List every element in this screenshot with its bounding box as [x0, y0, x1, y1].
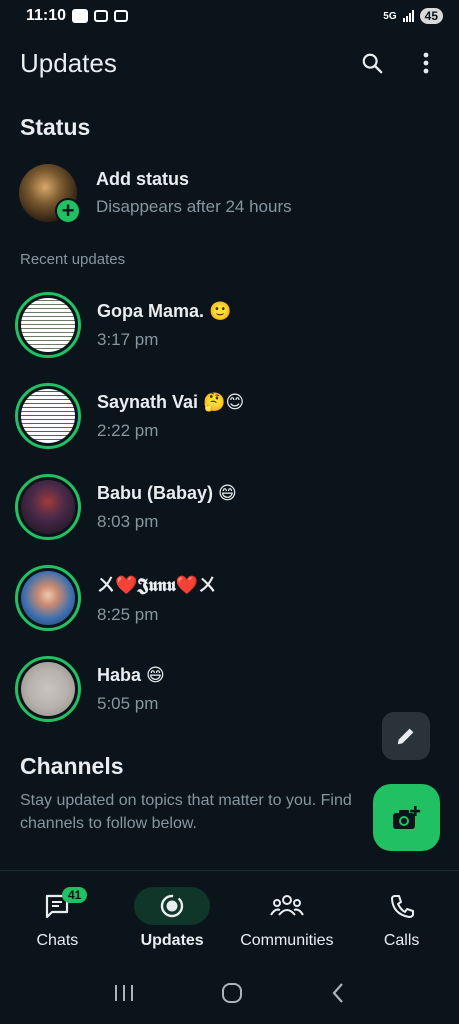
- status-update-item[interactable]: Saynath Vai 🤔😊 2:22 pm: [15, 382, 445, 450]
- status-update-item[interactable]: Haba 😄 5:05 pm: [15, 655, 445, 723]
- update-time: 3:17 pm: [97, 329, 159, 349]
- media-icon: [114, 10, 129, 22]
- unread-badge: 41: [62, 887, 88, 903]
- contact-name: Babu (Babay) 😄: [97, 482, 237, 503]
- status-ring: [15, 656, 81, 722]
- communities-icon: [270, 895, 304, 916]
- status-thumbnail: [21, 571, 75, 625]
- channels-title: Channels: [20, 753, 124, 779]
- contact-name: Gopa Mama. 🙂: [97, 300, 232, 321]
- status-thumbnail: [21, 480, 75, 534]
- nav-label: Communities: [240, 932, 334, 949]
- bottom-navigation: 41 Chats Updates Communities Calls: [0, 870, 459, 966]
- more-vert-icon[interactable]: [413, 50, 439, 76]
- add-status-row[interactable]: + Add status Disappears after 24 hours: [19, 163, 439, 224]
- home-icon[interactable]: [221, 982, 243, 1009]
- nav-communities[interactable]: Communities: [230, 871, 345, 966]
- update-time: 2:22 pm: [97, 420, 159, 440]
- status-bar: 11:10 5G 45: [0, 0, 459, 32]
- add-status-label: Add status: [96, 169, 190, 189]
- camera-status-button[interactable]: [373, 784, 440, 851]
- back-icon[interactable]: [330, 982, 346, 1009]
- page-title: Updates: [20, 47, 117, 78]
- status-time: 11:10: [26, 7, 67, 24]
- battery-indicator: 45: [419, 8, 443, 24]
- voicemail-icon: [94, 10, 109, 22]
- status-icon: [160, 894, 184, 918]
- status-thumbnail: [21, 662, 75, 716]
- my-avatar: +: [19, 164, 81, 224]
- status-ring: [15, 383, 81, 449]
- status-ring: [15, 474, 81, 540]
- channels-description: Stay updated on topics that matter to yo…: [20, 792, 352, 832]
- contact-name: ㄨ❤️𝕵𝖚𝖓𝖚❤️ㄨ: [97, 575, 217, 595]
- camera-plus-icon: [392, 805, 420, 829]
- nav-calls[interactable]: Calls: [344, 871, 459, 966]
- update-time: 8:25 pm: [97, 605, 159, 624]
- add-icon: +: [55, 198, 81, 224]
- update-time: 8:03 pm: [97, 511, 159, 531]
- nav-chats[interactable]: 41 Chats: [0, 871, 115, 966]
- app-notification-icon: [72, 9, 89, 23]
- recent-apps-icon[interactable]: [113, 983, 135, 1008]
- phone-icon: [390, 895, 414, 918]
- status-update-item[interactable]: Babu (Babay) 😄 8:03 pm: [15, 473, 445, 541]
- pencil-icon: [397, 728, 414, 745]
- add-status-subtitle: Disappears after 24 hours: [96, 197, 292, 216]
- status-thumbnail: [21, 389, 75, 443]
- status-update-item[interactable]: Gopa Mama. 🙂 3:17 pm: [15, 291, 445, 359]
- status-thumbnail: [21, 298, 75, 352]
- contact-name: Haba 😄: [97, 664, 165, 685]
- signal-icon: [402, 10, 414, 22]
- nav-label: Updates: [140, 932, 204, 949]
- nav-updates[interactable]: Updates: [115, 871, 230, 966]
- network-type: 5G: [383, 10, 397, 22]
- status-section-title: Status: [20, 114, 91, 140]
- update-time: 5:05 pm: [97, 693, 159, 713]
- status-ring: [15, 565, 81, 631]
- search-icon[interactable]: [359, 50, 385, 76]
- status-update-item[interactable]: ㄨ❤️𝕵𝖚𝖓𝖚❤️ㄨ 8:25 pm: [15, 564, 445, 632]
- edit-text-status-button[interactable]: [382, 712, 430, 760]
- nav-label: Chats: [36, 932, 79, 949]
- app-bar: Updates: [0, 38, 459, 88]
- contact-name: Saynath Vai 🤔😊: [97, 391, 245, 412]
- nav-label: Calls: [383, 932, 420, 949]
- system-navigation-bar: [0, 966, 459, 1024]
- recent-updates-label: Recent updates: [20, 251, 126, 268]
- status-ring: [15, 292, 81, 358]
